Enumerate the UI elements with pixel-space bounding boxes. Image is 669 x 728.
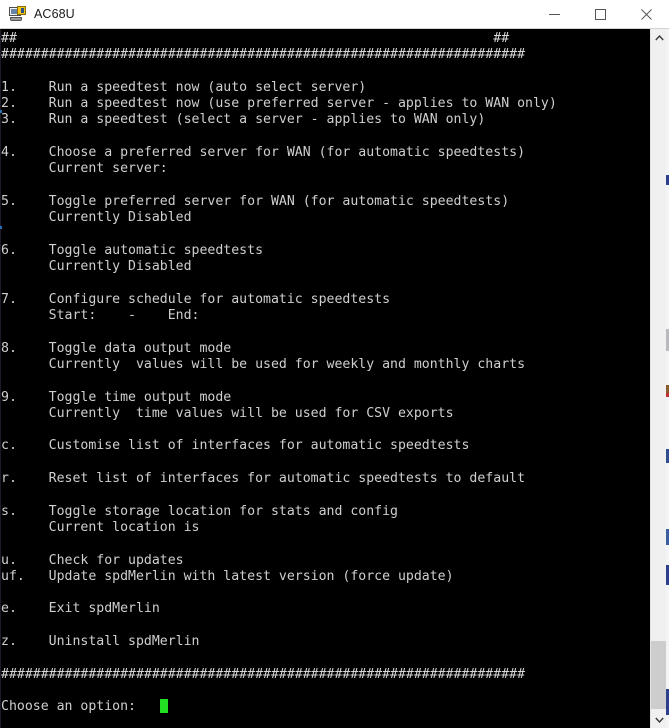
terminal-line: c. Customise list of interfaces for auto…	[1, 438, 470, 454]
terminal-line: 3. Run a speedtest (select a server - ap…	[1, 112, 486, 128]
prompt-label: Choose an option:	[1, 699, 160, 715]
text-cursor	[159, 699, 168, 714]
terminal-line: 8. Toggle data output mode	[1, 340, 232, 356]
terminal-line: e. Exit spdMerlin	[1, 601, 160, 617]
terminal-line: ########################################…	[1, 47, 526, 63]
terminal-line: 5. Toggle preferred server for WAN (for …	[1, 193, 510, 209]
chevron-up-icon	[654, 34, 664, 40]
minimize-icon	[548, 13, 560, 15]
scroll-down-button[interactable]	[651, 711, 667, 728]
terminal-line: ## ##	[1, 31, 510, 46]
terminal-line: Current server:	[1, 161, 168, 177]
terminal-line: Currently Disabled	[1, 259, 192, 275]
scroll-up-button[interactable]	[651, 29, 667, 46]
terminal-line: 6. Toggle automatic speedtests	[1, 242, 264, 258]
maximize-icon	[594, 8, 606, 20]
scrollbar-thumb[interactable]	[651, 641, 667, 709]
left-edge-accent-secondary	[0, 226, 2, 229]
terminal-line: ########################################…	[1, 666, 526, 682]
minimize-button[interactable]	[531, 0, 577, 28]
terminal-line: 2. Run a speedtest now (use preferred se…	[1, 96, 557, 112]
terminal-line: Currently time values will be used for C…	[1, 405, 454, 421]
terminal-line: 7. Configure schedule for automatic spee…	[1, 291, 391, 307]
vertical-scrollbar[interactable]	[650, 29, 667, 728]
terminal-line: 4. Choose a preferred server for WAN (fo…	[1, 145, 526, 161]
terminal-window: AC68U ## ## ############################…	[0, 0, 669, 728]
terminal-line: 1. Run a speedtest now (auto select serv…	[1, 79, 367, 95]
terminal-line: z. Uninstall spdMerlin	[1, 633, 200, 649]
chevron-down-icon	[654, 717, 664, 723]
terminal-text: ## ## ###################################…	[1, 31, 557, 715]
terminal-line: Currently values will be used for weekly…	[1, 356, 526, 372]
putty-terminal-icon	[9, 6, 26, 22]
close-icon	[640, 8, 652, 20]
window-left-edge	[0, 29, 1, 728]
title-bar[interactable]: AC68U	[0, 0, 669, 29]
terminal-line: s. Toggle storage location for stats and…	[1, 503, 398, 519]
terminal-line: uf. Update spdMerlin with latest version…	[1, 568, 454, 584]
terminal-line: u. Check for updates	[1, 552, 184, 568]
title-bar-left: AC68U	[0, 6, 75, 22]
terminal-line: Current location is	[1, 519, 200, 535]
terminal-line: r. Reset list of interfaces for automati…	[1, 471, 526, 487]
maximize-button[interactable]	[577, 0, 623, 28]
prompt-line[interactable]: Choose an option:	[1, 699, 557, 715]
window-title: AC68U	[34, 7, 75, 21]
terminal-line: 9. Toggle time output mode	[1, 389, 232, 405]
left-edge-accent	[0, 110, 2, 113]
terminal-line: Start: - End:	[1, 308, 200, 324]
close-button[interactable]	[623, 0, 669, 28]
terminal-line: Currently Disabled	[1, 210, 192, 226]
terminal-screen[interactable]: ## ## ###################################…	[0, 29, 650, 728]
